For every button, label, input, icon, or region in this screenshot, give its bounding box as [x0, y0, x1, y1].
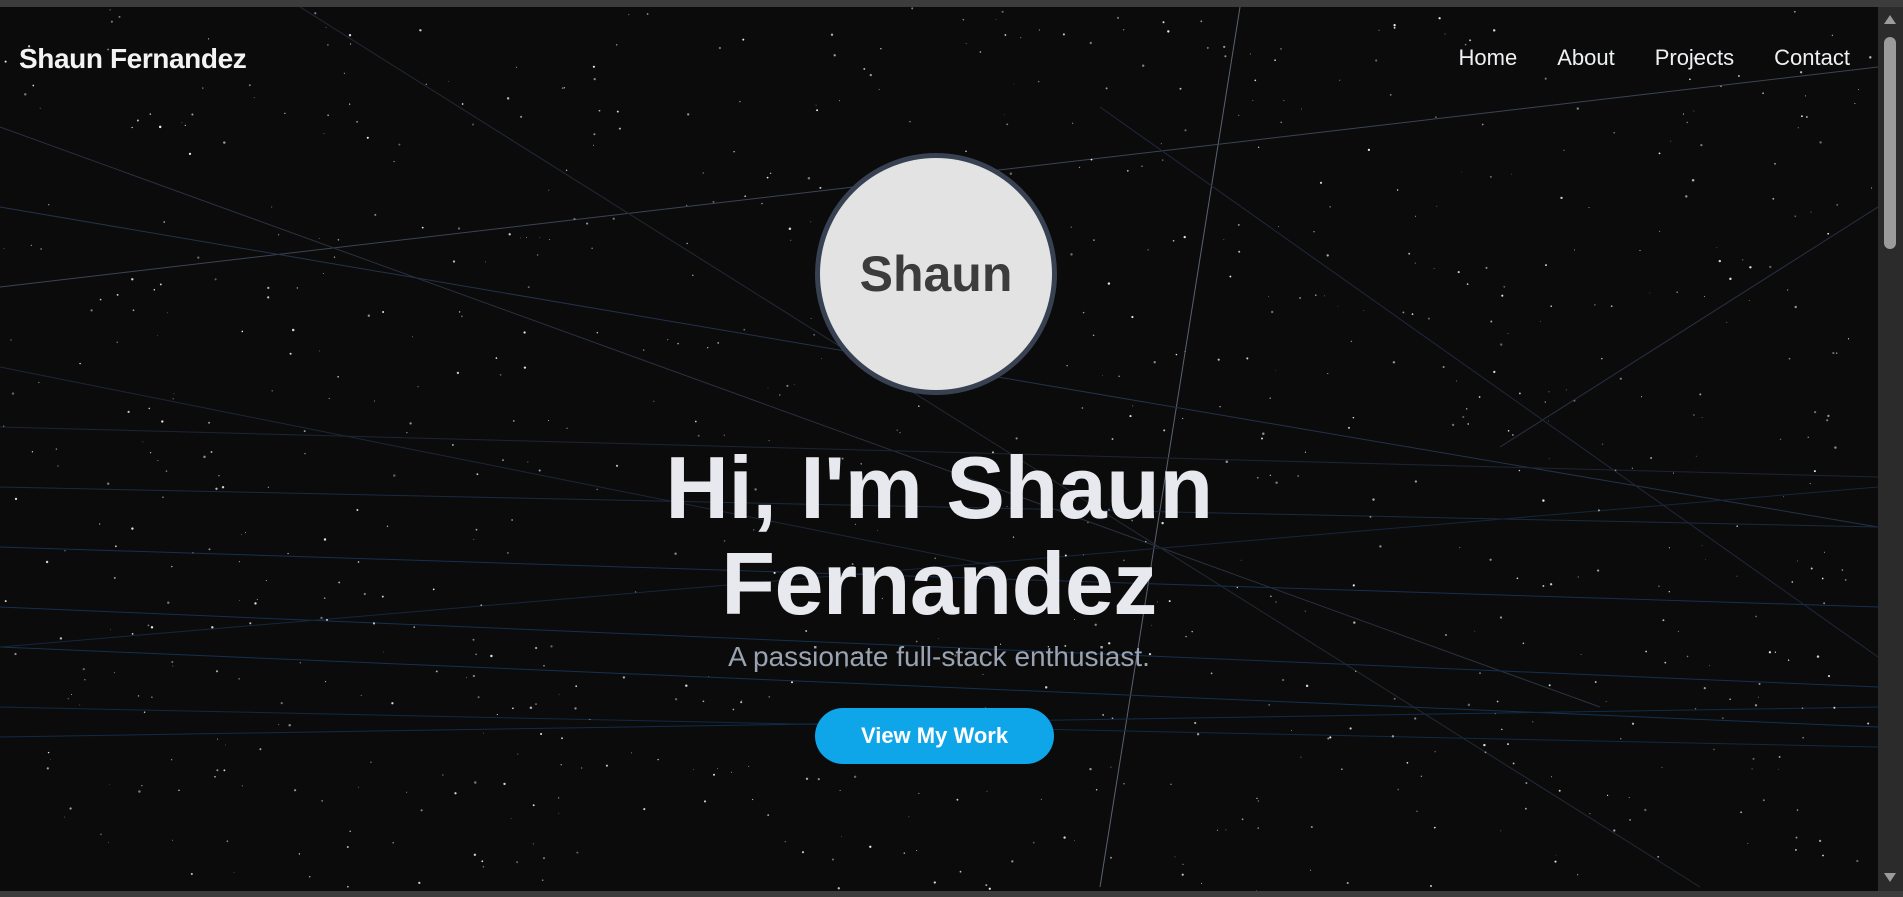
hero-title: Hi, I'm Shaun Fernandez: [0, 440, 1878, 632]
nav-contact[interactable]: Contact: [1774, 45, 1850, 71]
window-bottom-edge: [0, 891, 1903, 897]
view-my-work-button[interactable]: View My Work: [815, 708, 1054, 764]
hero-subtitle: A passionate full-stack enthusiast.: [728, 641, 1150, 672]
avatar-text: Shaun: [859, 246, 1013, 302]
scrollbar-thumb[interactable]: [1884, 37, 1896, 249]
hero-title-line-1: Hi, I'm Shaun: [665, 438, 1213, 537]
nav-about[interactable]: About: [1557, 45, 1615, 71]
page-viewport: Shaun Fernandez Home About Projects Cont…: [0, 7, 1878, 891]
vertical-scrollbar[interactable]: [1878, 7, 1903, 891]
scroll-down-arrow-icon[interactable]: [1884, 873, 1896, 882]
window-top-edge: [0, 0, 1903, 7]
avatar: Shaun: [815, 153, 1057, 395]
nav-home[interactable]: Home: [1459, 45, 1518, 71]
hero-title-line-2: Fernandez: [721, 534, 1157, 633]
brand-logo[interactable]: Shaun Fernandez: [19, 43, 247, 75]
main-nav: Home About Projects Contact: [1459, 45, 1851, 71]
network-line: [1499, 206, 1878, 448]
nav-projects[interactable]: Projects: [1655, 45, 1734, 71]
scroll-up-arrow-icon[interactable]: [1884, 15, 1896, 24]
